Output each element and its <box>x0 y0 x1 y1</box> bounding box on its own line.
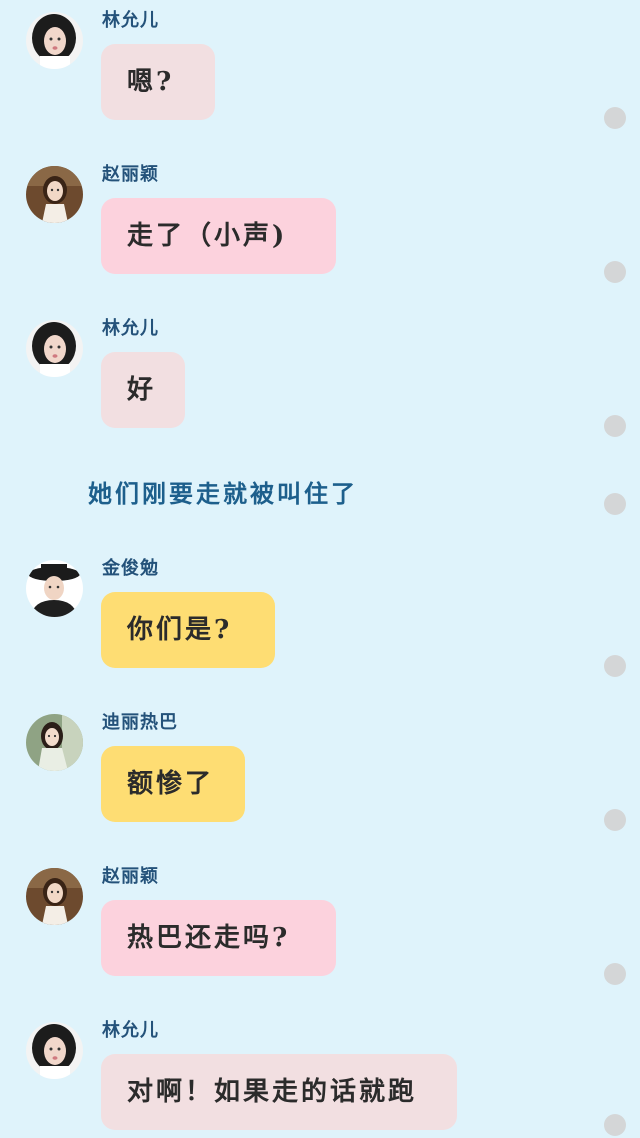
message-bubble[interactable]: 热巴还走吗? <box>101 900 336 976</box>
sender-name: 林允儿 <box>102 1020 159 1041</box>
message-bubble[interactable]: 嗯? <box>101 44 215 120</box>
sender-name: 林允儿 <box>102 10 159 31</box>
linyuner-avatar[interactable] <box>26 320 83 377</box>
narration-text: 她们刚要走就被叫住了 <box>88 479 358 508</box>
status-dot-icon <box>604 1114 626 1136</box>
message-bubble[interactable]: 好 <box>101 352 185 428</box>
sender-name: 赵丽颖 <box>102 866 159 887</box>
status-dot-icon <box>604 261 626 283</box>
status-dot-icon <box>604 809 626 831</box>
status-dot-icon <box>604 493 626 515</box>
sender-name: 迪丽热巴 <box>102 712 178 733</box>
message-bubble[interactable]: 对啊！如果走的话就跑 <box>101 1054 457 1130</box>
status-dot-icon <box>604 963 626 985</box>
message-bubble[interactable]: 走了（小声) <box>101 198 336 274</box>
zhaoliying-avatar[interactable] <box>26 868 83 925</box>
linyuner-avatar[interactable] <box>26 1022 83 1079</box>
zhaoliying-avatar[interactable] <box>26 166 83 223</box>
sender-name: 金俊勉 <box>102 558 159 579</box>
status-dot-icon <box>604 415 626 437</box>
sender-name: 赵丽颖 <box>102 164 159 185</box>
status-dot-icon <box>604 655 626 677</box>
message-bubble[interactable]: 你们是? <box>101 592 275 668</box>
message-bubble[interactable]: 额惨了 <box>101 746 245 822</box>
dilireba-avatar[interactable] <box>26 714 83 771</box>
jinjunmian-avatar[interactable] <box>26 560 83 617</box>
sender-name: 林允儿 <box>102 318 159 339</box>
chat-area[interactable]: 林允儿 嗯? 赵丽颖 走了（小声) 林允儿 好 她们刚要走就被叫住了 金俊勉 你… <box>0 0 640 1138</box>
linyuner-avatar[interactable] <box>26 12 83 69</box>
status-dot-icon <box>604 107 626 129</box>
